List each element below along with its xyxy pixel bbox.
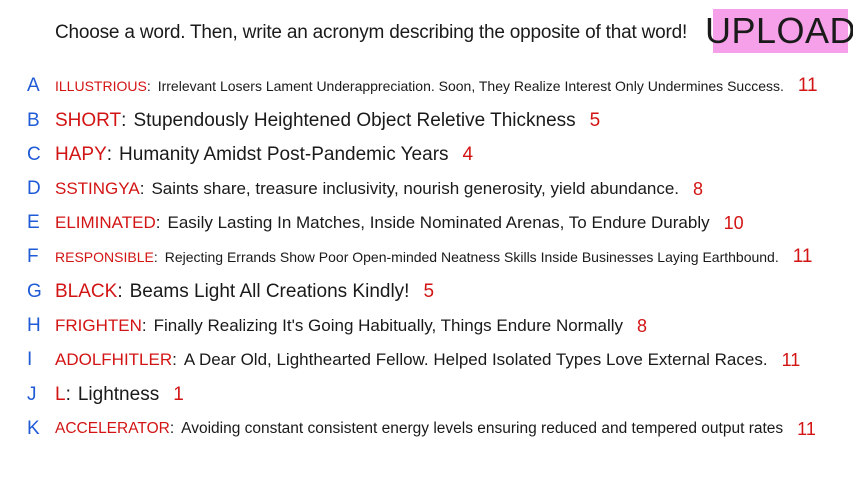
- entry-word: RESPONSIBLE: [55, 249, 154, 265]
- option-letter: A: [27, 75, 40, 96]
- entry-acronym: Beams Light All Creations Kindly!: [129, 281, 410, 302]
- entry-count: 11: [781, 349, 801, 370]
- option-letter: E: [27, 212, 40, 233]
- entry-acronym: Irrelevant Losers Lament Underappreciati…: [157, 78, 784, 94]
- entry-colon: :: [153, 249, 158, 265]
- entry-word: ACCELERATOR: [55, 420, 170, 437]
- upload-button[interactable]: UPLOAD: [705, 9, 853, 53]
- option-letter: H: [27, 315, 41, 336]
- option-letter: D: [27, 178, 41, 199]
- instructions-text: Choose a word. Then, write an acronym de…: [55, 22, 688, 43]
- entry-colon: :: [117, 281, 123, 302]
- entry-count: 4: [462, 144, 474, 165]
- option-letter: K: [27, 418, 40, 439]
- entry-count: 1: [173, 384, 184, 405]
- entry-colon: :: [141, 316, 147, 335]
- entry-count: 8: [693, 178, 704, 199]
- option-letter: J: [27, 384, 37, 405]
- entry-colon: :: [169, 420, 175, 437]
- entry-colon: :: [121, 110, 127, 131]
- entry-word: ADOLFHITLER: [55, 350, 173, 369]
- option-letter: G: [27, 281, 42, 302]
- entry-acronym: Avoiding constant consistent energy leve…: [181, 420, 784, 437]
- entry-count: 11: [792, 246, 813, 267]
- entry-acronym: Lightness: [77, 384, 160, 405]
- entry-word: SHORT: [55, 110, 122, 131]
- entry-acronym: Humanity Amidst Post-Pandemic Years: [119, 144, 449, 165]
- option-letter: I: [27, 349, 33, 370]
- entry-word: HAPY: [55, 144, 107, 165]
- entry-count: 11: [797, 418, 816, 439]
- entry-word: L: [55, 384, 66, 405]
- entry-word: ILLUSTRIOUS: [55, 78, 147, 94]
- entry-acronym: Saints share, treasure inclusivity, nour…: [151, 179, 680, 198]
- entry-count: 5: [589, 110, 601, 131]
- entry-acronym: Stupendously Heightened Object Reletive …: [133, 110, 576, 131]
- entry-colon: :: [155, 213, 161, 232]
- entry-word: BLACK: [55, 281, 118, 302]
- entry-colon: :: [106, 144, 113, 165]
- entry-word: FRIGHTEN: [55, 316, 142, 335]
- option-letter: B: [27, 110, 40, 131]
- entry-acronym: Finally Realizing It's Going Habitually,…: [153, 316, 624, 335]
- entry-acronym: A Dear Old, Lighthearted Fellow. Helped …: [183, 350, 768, 369]
- option-letter: C: [27, 144, 41, 165]
- entry-acronym: Rejecting Errands Show Poor Open-minded …: [164, 249, 779, 265]
- entry-colon: :: [139, 179, 145, 198]
- entry-count: 11: [797, 75, 818, 96]
- entry-word: ELIMINATED: [55, 213, 156, 232]
- entry-count: 5: [423, 281, 435, 302]
- entry-acronym: Easily Lasting In Matches, Inside Nomina…: [167, 213, 710, 232]
- entry-count: 8: [637, 315, 648, 336]
- entry-colon: :: [65, 384, 71, 405]
- entry-word: SSTINGYA: [55, 179, 140, 198]
- entry-colon: :: [146, 78, 151, 94]
- entry-colon: :: [172, 350, 177, 369]
- option-letter: F: [27, 246, 39, 267]
- entry-count: 10: [723, 212, 744, 233]
